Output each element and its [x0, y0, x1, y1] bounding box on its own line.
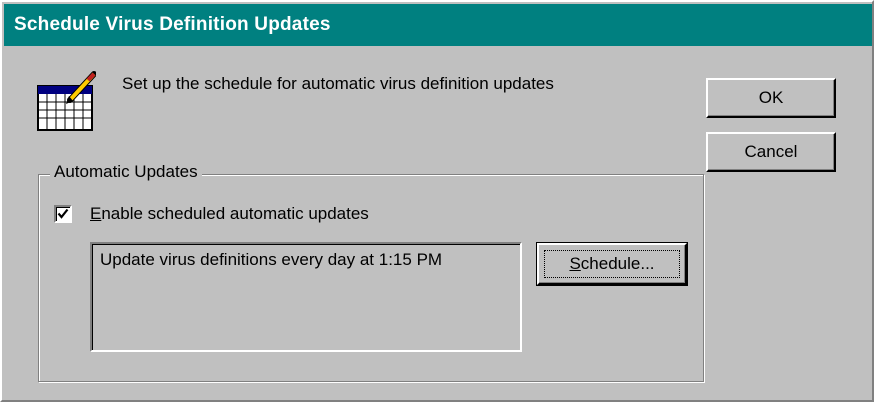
schedule-accelerator-letter: S — [569, 254, 581, 273]
schedule-description-box: Update virus definitions every day at 1:… — [90, 242, 522, 352]
instruction-text: Set up the schedule for automatic virus … — [122, 74, 554, 93]
calendar-pencil-icon — [37, 71, 96, 131]
enable-scheduled-updates-checkbox[interactable] — [54, 205, 72, 223]
schedule-button-focus: Schedule... — [544, 250, 680, 278]
ok-button[interactable]: OK — [706, 78, 836, 118]
dialog-title-bar[interactable]: Schedule Virus Definition Updates — [4, 4, 872, 46]
cancel-button[interactable]: Cancel — [706, 132, 836, 172]
schedule-button[interactable]: Schedule... — [536, 242, 688, 286]
schedule-description-text: Update virus definitions every day at 1:… — [100, 250, 443, 269]
dialog-title: Schedule Virus Definition Updates — [14, 14, 331, 35]
enable-accelerator-letter: E — [90, 204, 102, 223]
schedule-label-text: chedule... — [580, 254, 655, 273]
enable-scheduled-updates-label[interactable]: Enable scheduled automatic updates — [90, 204, 369, 224]
enable-label-text: nable scheduled automatic updates — [101, 204, 369, 223]
automatic-updates-group-label: Automatic Updates — [50, 162, 202, 182]
checkmark-icon — [57, 208, 69, 219]
